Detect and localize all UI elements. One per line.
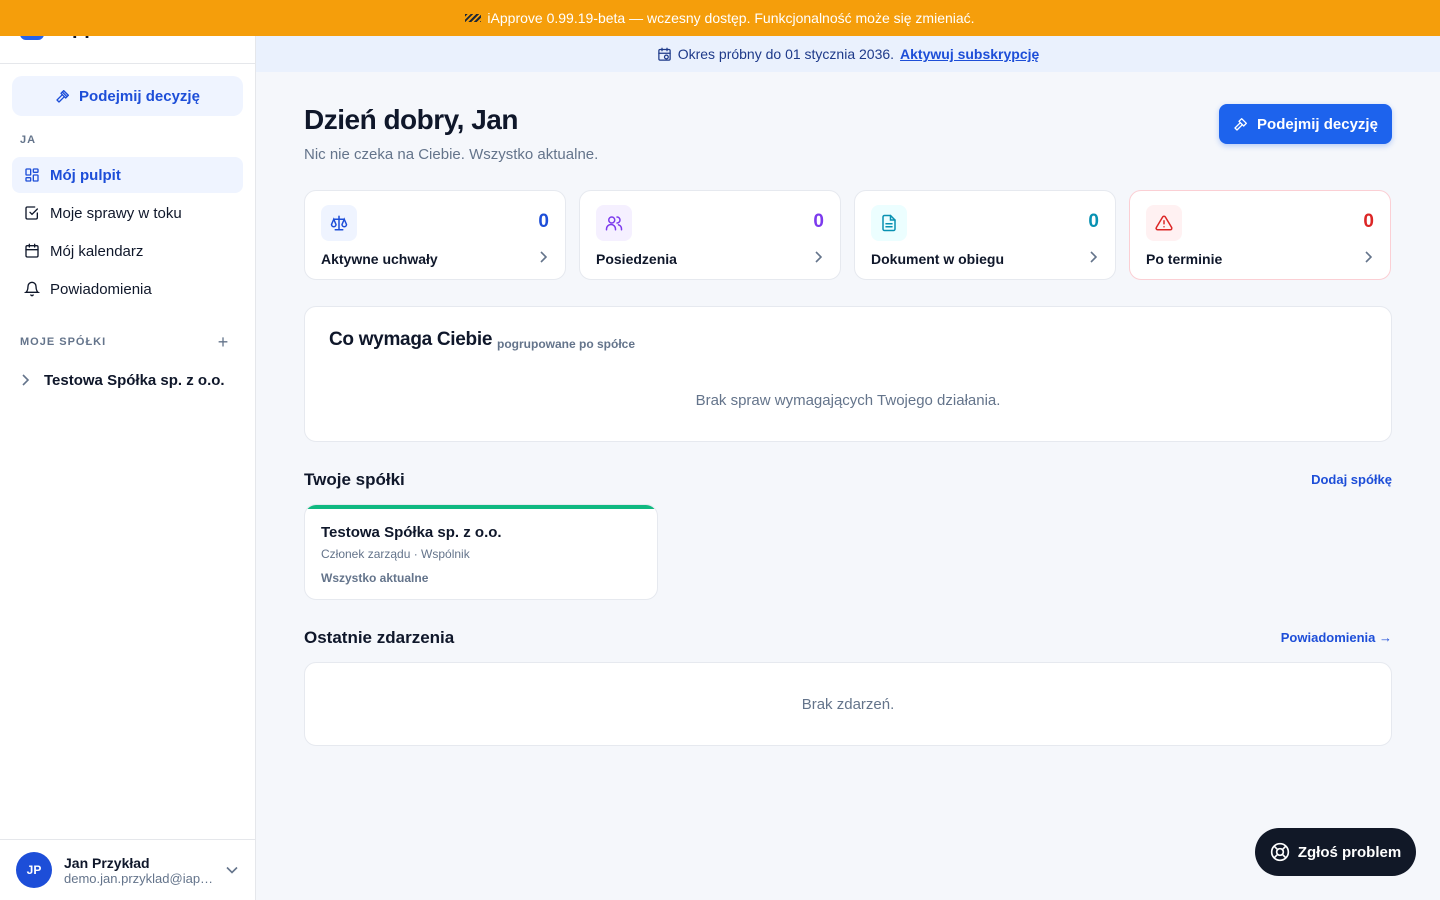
stat-value: 0 <box>1363 211 1374 232</box>
attention-empty: Brak spraw wymagających Twojego działani… <box>695 392 1001 409</box>
report-problem-button[interactable]: Zgłoś problem <box>1255 828 1416 876</box>
trial-text: Okres próbny do 01 stycznia 2036. <box>677 46 895 62</box>
stat-icon-wrap <box>871 205 907 241</box>
checkbox-icon <box>25 206 38 220</box>
chevron-down-icon <box>226 866 238 874</box>
stat-label: Dokument w obiegu <box>871 251 1004 267</box>
chevron-right-icon <box>1090 251 1097 263</box>
sidebar-item-label: Mój kalendarz <box>50 242 144 260</box>
stat-value: 0 <box>538 211 549 232</box>
lifebuoy-icon <box>1270 842 1289 862</box>
user-email: demo.jan.przyklad@iapprove.pl <box>64 870 214 886</box>
sidebar-company-item[interactable]: Testowa Spółka sp. z o.o. <box>12 366 243 394</box>
add-company-icon[interactable]: + <box>214 333 232 351</box>
stat-card-resolutions[interactable]: 0 Aktywne uchwały <box>304 190 566 280</box>
company-card-accent <box>305 505 657 509</box>
sidebar-company-label: Testowa Spółka sp. z o.o. <box>44 371 225 389</box>
stat-icon-wrap <box>321 205 357 241</box>
dashboard-icon <box>25 168 39 182</box>
gavel-icon <box>56 90 70 103</box>
activate-subscription-link[interactable]: Aktywuj subskrypcję <box>900 46 1039 62</box>
events-panel: Brak zdarzeń. <box>304 662 1392 746</box>
stat-card-meetings[interactable]: 0 Posiedzenia <box>579 190 841 280</box>
stat-value: 0 <box>813 211 824 232</box>
alert-icon <box>1155 215 1173 231</box>
company-card-status: Wszystko aktualne <box>321 571 429 585</box>
page-subtitle: Nic nie czeka na Ciebie. Wszystko aktual… <box>304 146 599 163</box>
beta-stripes-icon <box>465 14 482 22</box>
gavel-icon <box>1234 118 1248 131</box>
events-title: Ostatnie zdarzenia <box>304 628 455 647</box>
sidebar-item-label: Moje sprawy w toku <box>50 204 182 222</box>
add-company-link[interactable]: Dodaj spółkę <box>1311 472 1392 487</box>
document-icon <box>882 214 896 232</box>
avatar: JP <box>16 852 52 888</box>
sidebar-item-notifications[interactable]: Powiadomienia <box>12 271 243 307</box>
stat-label: Posiedzenia <box>596 251 677 267</box>
notifications-link[interactable]: Powiadomienia → <box>1281 630 1392 645</box>
company-card-name: Testowa Spółka sp. z o.o. <box>321 524 502 541</box>
stat-card-documents[interactable]: 0 Dokument w obiegu <box>854 190 1116 280</box>
sidebar-divider <box>0 63 255 64</box>
page-title: Dzień dobry, Jan <box>304 104 518 135</box>
user-meta: Jan Przykład demo.jan.przyklad@iapprove.… <box>64 855 214 886</box>
decision-button-label: Podejmij decyzję <box>1257 115 1378 133</box>
stat-label: Aktywne uchwały <box>321 251 438 267</box>
calendar-icon <box>25 243 39 258</box>
attention-title: Co wymaga Ciebie <box>329 329 493 350</box>
sidebar-item-label: Powiadomienia <box>50 280 152 298</box>
sidebar-decision-label: Podejmij decyzję <box>79 87 200 105</box>
sidebar: iApprove Podejmij decyzję JA Mój pulpit … <box>0 0 256 900</box>
bell-icon <box>24 281 40 297</box>
beta-banner-text: iApprove 0.99.19-beta — wczesny dostęp. … <box>487 10 975 26</box>
companies-title: Twoje spółki <box>304 470 405 489</box>
chevron-right-icon <box>540 251 547 263</box>
decision-button[interactable]: Podejmij decyzję <box>1219 104 1392 144</box>
stat-card-overdue[interactable]: 0 Po terminie <box>1129 190 1391 280</box>
stat-value: 0 <box>1088 211 1099 232</box>
attention-subtitle: pogrupowane po spółce <box>497 337 636 351</box>
sidebar-decision-button[interactable]: Podejmij decyzję <box>12 76 243 116</box>
section-label-me: JA <box>20 134 37 146</box>
section-label-companies: MOJE SPÓŁKI <box>20 336 107 348</box>
sidebar-item-my-cases[interactable]: Moje sprawy w toku <box>12 195 243 231</box>
stat-icon-wrap <box>596 205 632 241</box>
report-problem-label: Zgłoś problem <box>1297 843 1402 861</box>
calendar-clock-icon <box>657 47 671 61</box>
scale-icon <box>330 215 348 231</box>
chevron-right-icon <box>22 374 30 386</box>
company-card[interactable]: Testowa Spółka sp. z o.o. Członek zarząd… <box>304 504 658 600</box>
attention-panel: Co wymaga Ciebie pogrupowane po spółce B… <box>304 306 1392 442</box>
chevron-right-icon <box>1365 251 1372 263</box>
company-card-roles: Członek zarządu · Wspólnik <box>321 547 470 561</box>
stat-icon-wrap <box>1146 205 1182 241</box>
beta-banner: iApprove 0.99.19-beta — wczesny dostęp. … <box>0 0 1440 36</box>
trial-bar: Okres próbny do 01 stycznia 2036. Aktywu… <box>256 36 1440 72</box>
users-icon <box>605 216 623 231</box>
sidebar-item-calendar[interactable]: Mój kalendarz <box>12 233 243 269</box>
user-menu[interactable]: JP Jan Przykład demo.jan.przyklad@iappro… <box>0 839 255 900</box>
sidebar-item-dashboard[interactable]: Mój pulpit <box>12 157 243 193</box>
user-name: Jan Przykład <box>64 854 150 871</box>
events-empty: Brak zdarzeń. <box>801 696 895 713</box>
stat-label: Po terminie <box>1146 251 1223 267</box>
sidebar-item-label: Mój pulpit <box>50 166 121 184</box>
chevron-right-icon <box>815 251 822 263</box>
